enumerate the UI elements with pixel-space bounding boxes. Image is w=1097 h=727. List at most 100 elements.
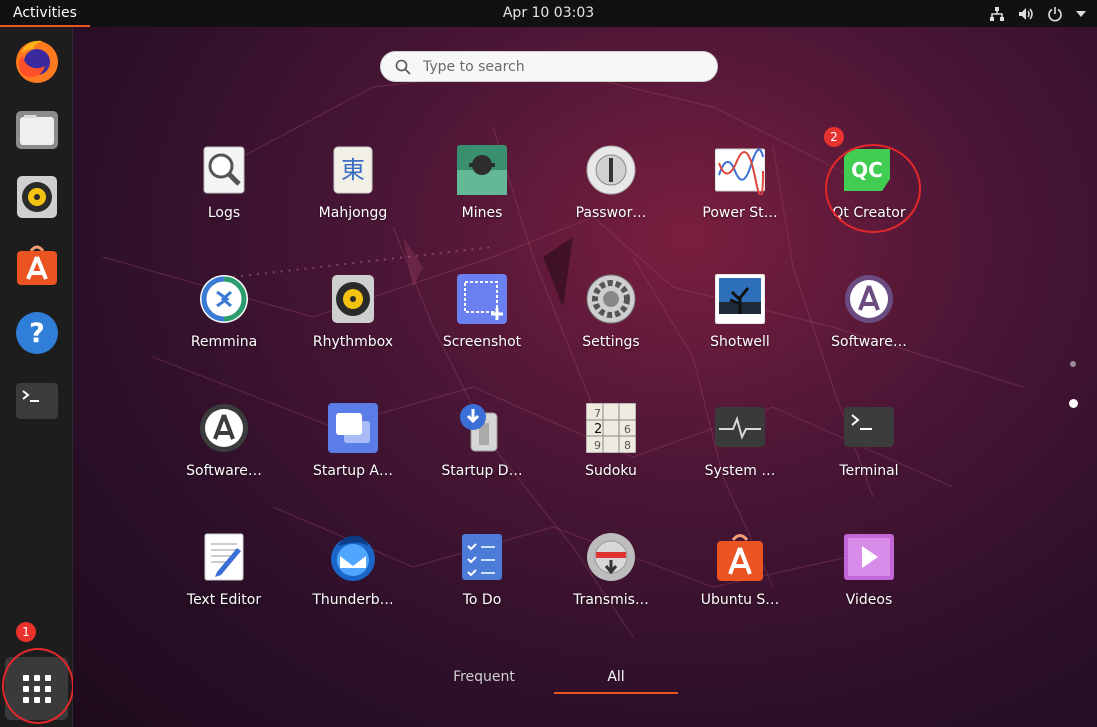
app-system-monitor[interactable]: System … xyxy=(685,403,795,503)
remmina-icon xyxy=(200,275,248,323)
app-label: To Do xyxy=(462,592,502,608)
svg-text:6: 6 xyxy=(624,423,631,436)
logs-icon xyxy=(203,146,245,194)
app-rhythmbox[interactable]: Rhythmbox xyxy=(298,274,408,374)
system-tray[interactable] xyxy=(989,0,1087,27)
text-editor-icon xyxy=(204,533,244,581)
app-startup-disk[interactable]: Startup D… xyxy=(427,403,537,503)
app-label: Transmis… xyxy=(573,592,649,608)
svg-text:9: 9 xyxy=(594,439,601,452)
tab-frequent[interactable]: Frequent xyxy=(422,666,546,692)
app-label: Power St… xyxy=(702,205,778,221)
terminal-icon[interactable] xyxy=(13,377,61,425)
todo-icon xyxy=(462,534,502,580)
svg-text:8: 8 xyxy=(624,439,631,452)
app-label: Screenshot xyxy=(442,334,522,350)
app-software-updater[interactable]: Software… xyxy=(814,274,924,374)
annotation-badge-1: 1 xyxy=(16,622,36,642)
app-label: Rhythmbox xyxy=(312,334,394,350)
app-label: Startup D… xyxy=(441,463,523,479)
app-label: Software… xyxy=(186,463,262,479)
firefox-icon[interactable] xyxy=(13,37,61,85)
page-dot-2[interactable] xyxy=(1069,399,1078,408)
sudoku-icon: 7 2 6 9 8 xyxy=(586,403,636,453)
tab-all[interactable]: All xyxy=(554,666,678,694)
app-videos[interactable]: Videos xyxy=(814,532,924,632)
app-ubuntu-software[interactable]: Ubuntu S… xyxy=(685,532,795,632)
dropdown-arrow-icon[interactable] xyxy=(1075,9,1087,19)
terminal-icon xyxy=(844,407,894,447)
app-todo[interactable]: To Do xyxy=(427,532,537,632)
passwords-icon xyxy=(586,145,636,195)
app-transmission[interactable]: Transmis… xyxy=(556,532,666,632)
ubuntu-software-icon[interactable] xyxy=(13,241,61,289)
app-thunderbird[interactable]: Thunderb… xyxy=(298,532,408,632)
shotwell-icon xyxy=(715,274,765,324)
app-label: Videos xyxy=(845,592,893,608)
svg-text:7: 7 xyxy=(594,407,601,420)
help-icon[interactable]: ? xyxy=(13,309,61,357)
screenshot-icon xyxy=(457,274,507,324)
power-statistics-icon xyxy=(715,148,765,195)
app-label: Thunderb… xyxy=(312,592,394,608)
volume-icon[interactable] xyxy=(1017,6,1035,22)
annotation-circle-1 xyxy=(2,648,74,724)
annotation-circle-2 xyxy=(825,144,921,233)
app-label: Mahjongg xyxy=(318,205,388,221)
app-sudoku[interactable]: 7 2 6 9 8 Sudoku xyxy=(556,403,666,503)
app-shotwell[interactable]: Shotwell xyxy=(685,274,795,374)
search-field[interactable] xyxy=(380,51,718,82)
app-label: System … xyxy=(704,463,776,479)
app-label: Software… xyxy=(831,334,907,350)
app-label: Mines xyxy=(461,205,503,221)
app-label: Ubuntu S… xyxy=(700,592,780,608)
mines-icon xyxy=(457,145,507,195)
mahjongg-icon: 東 xyxy=(333,146,373,194)
app-text-editor[interactable]: Text Editor xyxy=(169,532,279,632)
software-properties-icon xyxy=(200,404,248,452)
svg-text:東: 東 xyxy=(341,156,365,184)
network-icon[interactable] xyxy=(989,6,1005,22)
app-mines[interactable]: Mines xyxy=(427,145,537,245)
rhythmbox-icon[interactable] xyxy=(13,173,61,221)
svg-text:2: 2 xyxy=(594,422,602,437)
app-logs[interactable]: Logs xyxy=(169,145,279,245)
app-grid-overview: Logs東MahjonggMinesPasswor…Power St…QCQt … xyxy=(73,27,1097,727)
clock[interactable]: Apr 10 03:03 xyxy=(503,5,594,21)
app-settings[interactable]: Settings xyxy=(556,274,666,374)
app-label: Sudoku xyxy=(585,463,637,479)
app-label: Text Editor xyxy=(186,592,262,608)
transmission-icon xyxy=(587,533,635,581)
top-bar: Activities Apr 10 03:03 xyxy=(0,0,1097,27)
app-mahjongg[interactable]: 東 Mahjongg xyxy=(298,145,408,245)
app-label: Terminal xyxy=(839,463,899,479)
app-power-statistics[interactable]: Power St… xyxy=(685,145,795,245)
videos-icon xyxy=(844,534,894,580)
power-icon[interactable] xyxy=(1047,6,1063,22)
app-passwords[interactable]: Passwor… xyxy=(556,145,666,245)
app-remmina[interactable]: Remmina xyxy=(169,274,279,374)
startup-apps-icon xyxy=(328,403,378,453)
activities-button[interactable]: Activities xyxy=(0,0,90,27)
app-label: Passwor… xyxy=(575,205,647,221)
rhythmbox-icon xyxy=(332,275,374,323)
startup-disk-icon xyxy=(460,404,498,452)
search-input[interactable] xyxy=(421,57,695,76)
app-label: Startup A… xyxy=(313,463,393,479)
search-icon xyxy=(395,59,411,75)
annotation-badge-2: 2 xyxy=(824,127,844,147)
svg-text:?: ? xyxy=(29,318,45,349)
app-screenshot[interactable]: Screenshot xyxy=(427,274,537,374)
settings-icon xyxy=(586,274,636,324)
app-label: Shotwell xyxy=(710,334,770,350)
app-label: Settings xyxy=(582,334,640,350)
files-icon[interactable] xyxy=(13,105,61,153)
dock: ? xyxy=(0,27,73,727)
app-label: Remmina xyxy=(190,334,258,350)
app-software-properties[interactable]: Software… xyxy=(169,403,279,503)
app-terminal[interactable]: Terminal xyxy=(814,403,924,503)
system-monitor-icon xyxy=(715,407,765,447)
app-startup-apps[interactable]: Startup A… xyxy=(298,403,408,503)
page-dot-1[interactable] xyxy=(1070,361,1076,367)
ubuntu-software-icon xyxy=(717,534,763,581)
